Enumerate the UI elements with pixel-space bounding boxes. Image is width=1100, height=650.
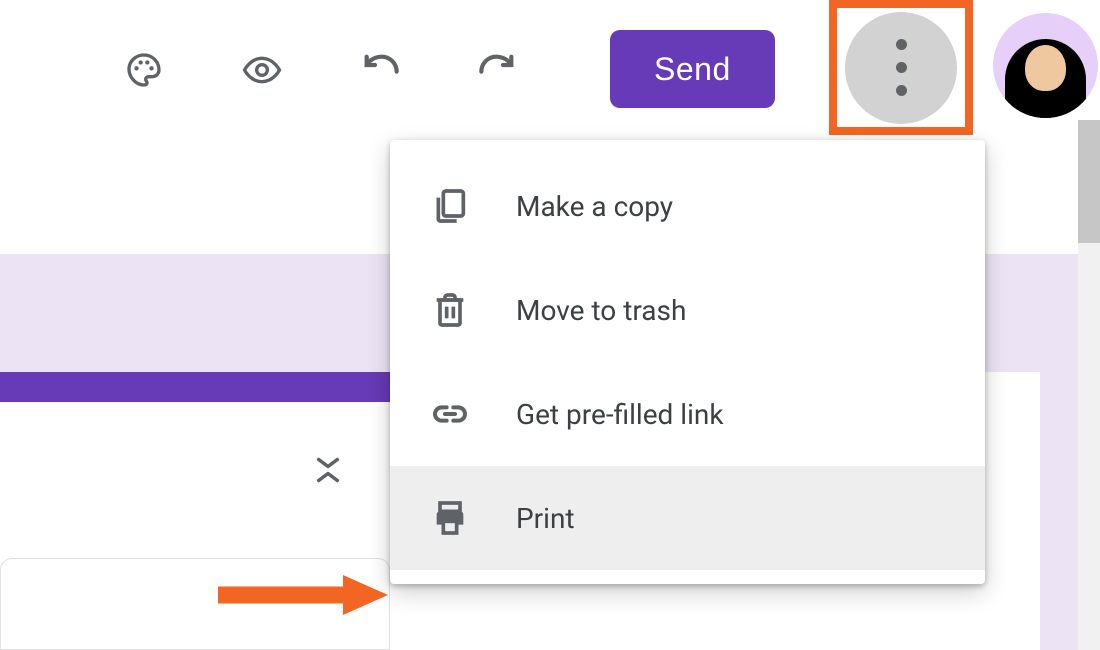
copy-icon bbox=[428, 184, 472, 228]
send-button[interactable]: Send bbox=[610, 30, 775, 108]
kebab-dot bbox=[896, 39, 907, 50]
account-avatar[interactable] bbox=[993, 13, 1098, 118]
form-accent-bar bbox=[0, 372, 390, 402]
link-icon bbox=[428, 392, 472, 436]
preview-button[interactable] bbox=[238, 46, 286, 94]
eye-icon bbox=[242, 50, 282, 90]
undo-icon bbox=[360, 50, 400, 90]
menu-item-label: Print bbox=[516, 502, 575, 535]
menu-item-get-prefilled-link[interactable]: Get pre-filled link bbox=[390, 362, 985, 466]
menu-item-label: Make a copy bbox=[516, 190, 673, 223]
print-icon bbox=[428, 496, 472, 540]
trash-icon bbox=[428, 288, 472, 332]
menu-item-make-a-copy[interactable]: Make a copy bbox=[390, 154, 985, 258]
menu-item-label: Get pre-filled link bbox=[516, 398, 724, 431]
palette-icon bbox=[124, 50, 164, 90]
undo-button[interactable] bbox=[356, 46, 404, 94]
annotation-highlight-box bbox=[829, 0, 973, 135]
kebab-dot bbox=[896, 62, 907, 73]
menu-item-print[interactable]: Print bbox=[390, 466, 985, 570]
kebab-dot bbox=[896, 85, 907, 96]
redo-icon bbox=[478, 50, 518, 90]
collapse-section-button[interactable] bbox=[308, 456, 348, 484]
more-options-menu: Make a copy Move to trash Get pre-filled… bbox=[390, 140, 985, 584]
scrollbar-thumb[interactable] bbox=[1078, 120, 1100, 243]
redo-button[interactable] bbox=[474, 46, 522, 94]
more-options-button[interactable] bbox=[845, 12, 957, 124]
menu-item-label: Move to trash bbox=[516, 294, 686, 327]
menu-item-move-to-trash[interactable]: Move to trash bbox=[390, 258, 985, 362]
customize-theme-button[interactable] bbox=[120, 46, 168, 94]
annotation-arrow bbox=[218, 575, 388, 615]
